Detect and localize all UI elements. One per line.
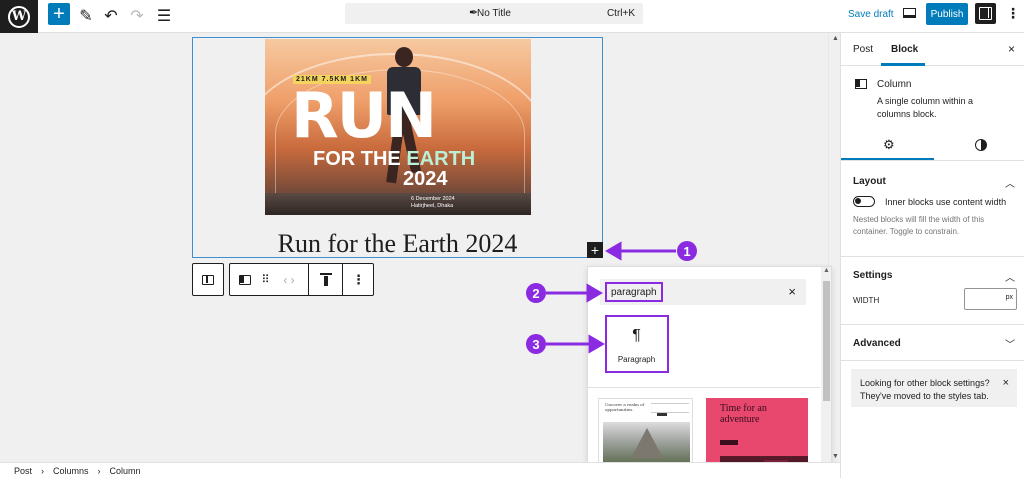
- chevron-down-icon[interactable]: ﹀: [1005, 336, 1015, 351]
- breadcrumb-column[interactable]: Column: [110, 466, 141, 476]
- chevron-right-icon: ›: [41, 465, 45, 476]
- tab-post[interactable]: Post: [853, 44, 873, 55]
- toggle-label: Inner blocks use content width: [885, 197, 1007, 207]
- block-card-title: Column: [877, 79, 912, 90]
- settings-sidebar: Post Block × Column A single column with…: [840, 33, 1024, 478]
- active-subtab-indicator: [841, 158, 934, 160]
- advanced-panel-title[interactable]: Advanced: [853, 338, 901, 349]
- chevron-up-icon[interactable]: ︿: [1005, 175, 1015, 190]
- layout-panel-title[interactable]: Layout: [853, 176, 886, 187]
- width-input[interactable]: px: [964, 288, 1017, 310]
- layout-help-text: Nested blocks will fill the width of thi…: [853, 215, 985, 236]
- breadcrumb-columns[interactable]: Columns: [53, 466, 89, 476]
- width-label: WIDTH: [853, 296, 880, 305]
- chevron-right-icon: ›: [97, 465, 101, 476]
- width-unit[interactable]: px: [1006, 294, 1013, 301]
- tab-block[interactable]: Block: [891, 44, 918, 55]
- settings-panel-title[interactable]: Settings: [853, 270, 892, 281]
- notice-text: Looking for other block settings? They'v…: [860, 378, 990, 402]
- styles-contrast-icon[interactable]: [975, 139, 987, 151]
- column-icon: [855, 79, 867, 89]
- step-1-badge: 1: [677, 241, 697, 261]
- step-3-badge: 3: [526, 334, 546, 354]
- layout-panel: Layout ︿: [841, 161, 1024, 257]
- styles-moved-notice: Looking for other block settings? They'v…: [851, 369, 1017, 407]
- block-breadcrumb: Post › Columns › Column: [0, 462, 840, 478]
- block-card-description: A single column within a columns block.: [877, 96, 974, 119]
- active-tab-indicator: [881, 63, 925, 66]
- advanced-panel: Advanced ﹀: [841, 325, 1024, 361]
- step-2-badge: 2: [526, 283, 546, 303]
- block-settings-subtabs: ⚙: [841, 131, 1024, 161]
- breadcrumb-post[interactable]: Post: [14, 466, 32, 476]
- sidebar-tabs: Post Block ×: [841, 33, 1024, 66]
- inner-blocks-width-toggle[interactable]: [853, 196, 875, 207]
- close-sidebar-icon[interactable]: ×: [1008, 42, 1015, 56]
- settings-gear-icon[interactable]: ⚙: [883, 137, 895, 153]
- dismiss-notice-icon[interactable]: ×: [1003, 377, 1009, 389]
- chevron-up-icon[interactable]: ︿: [1005, 269, 1015, 284]
